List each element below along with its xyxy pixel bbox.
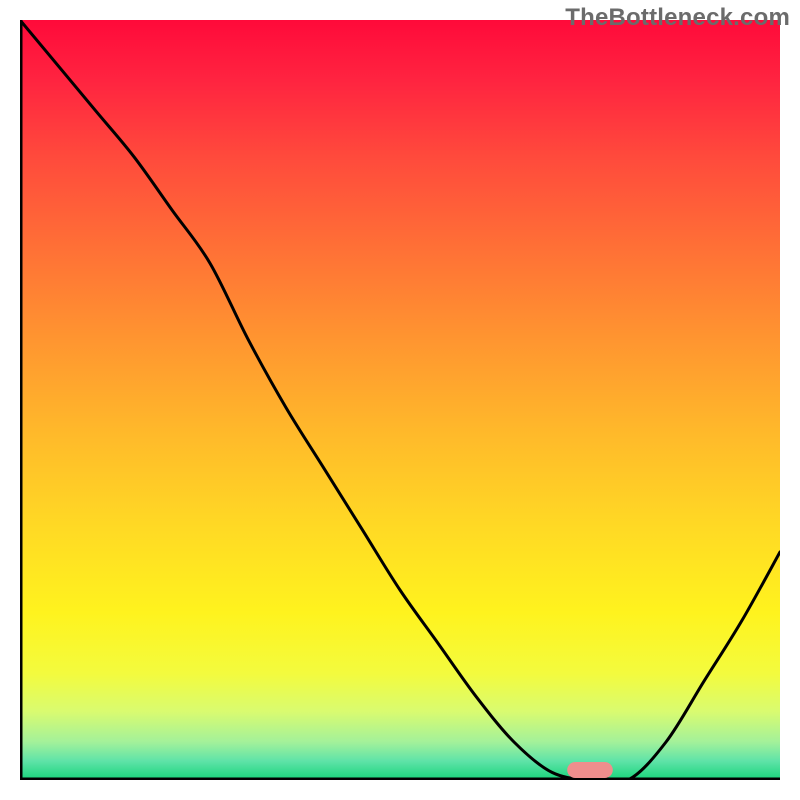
- optimum-marker: [567, 762, 613, 778]
- watermark-text: TheBottleneck.com: [565, 4, 790, 32]
- chart-area: [20, 20, 780, 780]
- chart-gradient-bg: [20, 20, 780, 780]
- bottleneck-chart: [20, 20, 780, 780]
